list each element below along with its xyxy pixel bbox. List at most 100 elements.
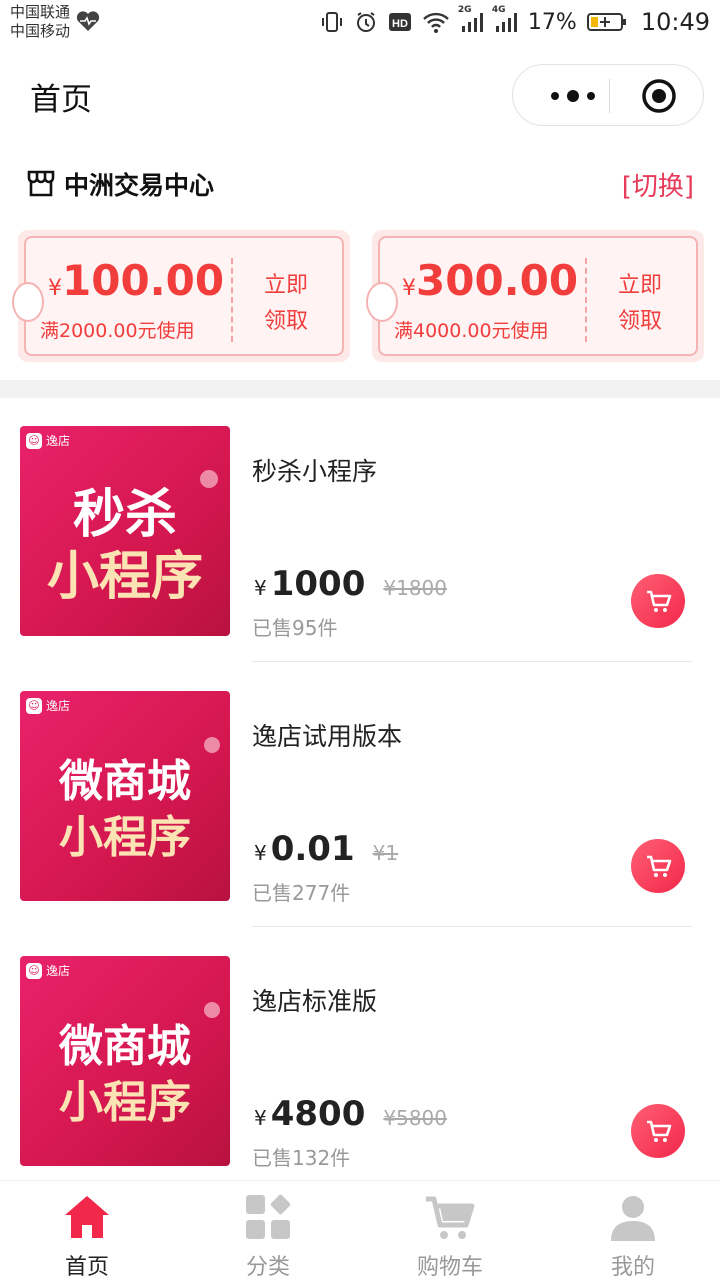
price-value: 1000: [270, 564, 366, 604]
product-price: ¥0.01 ¥1: [254, 829, 398, 869]
carrier-2: 中国移动: [10, 22, 71, 40]
switch-store-link[interactable]: [切换]: [622, 166, 694, 203]
store-icon: [27, 170, 55, 197]
thumb-title-line1: 微商城: [59, 756, 191, 807]
thumb-badge-text: 逸店: [46, 434, 71, 448]
price-currency: ¥: [254, 576, 267, 600]
product-thumbnail[interactable]: ☺ 逸店 秒杀 小程序: [20, 426, 230, 636]
store-name: 中洲交易中心: [64, 171, 215, 200]
sold-count: 已售95件: [252, 616, 338, 640]
tab-mine[interactable]: 我的: [573, 1191, 693, 1281]
product-thumbnail[interactable]: ☺ 逸店 微商城 小程序: [20, 956, 230, 1166]
capsule-divider: [609, 79, 610, 113]
tab-cart[interactable]: 购物车: [390, 1191, 510, 1281]
thumb-badge: ☺ 逸店: [26, 697, 70, 714]
hd-icon: HD: [388, 13, 411, 31]
vibrate-icon: [321, 12, 342, 32]
claim-label-line1: 立即: [263, 273, 308, 298]
thumb-badge-text: 逸店: [46, 699, 71, 713]
network-type-1: 2G: [457, 5, 472, 15]
add-to-cart-button[interactable]: [631, 839, 685, 893]
carrier-info: 中国联通 中国移动: [10, 3, 70, 41]
original-price: ¥1800: [383, 576, 447, 600]
coupon-value: 100.00: [62, 256, 225, 305]
signal-2: 4G: [492, 5, 518, 33]
claim-coupon-button[interactable]: 立即 领取: [612, 268, 668, 340]
product-name[interactable]: 逸店标准版: [252, 982, 377, 1018]
carrier-1: 中国联通: [10, 3, 71, 21]
tab-label: 分类: [245, 1255, 290, 1280]
thumb-title-line2: 小程序: [59, 1077, 191, 1128]
clock-time: 10:49: [640, 8, 710, 36]
coupon-divider: [231, 258, 233, 342]
tab-label: 首页: [64, 1255, 109, 1280]
more-options-icon[interactable]: [543, 83, 603, 109]
svg-text:HD: HD: [392, 18, 408, 30]
price-currency: ¥: [254, 841, 267, 865]
coupon-condition: 满2000.00元使用: [40, 320, 195, 342]
wifi-icon: [423, 12, 449, 33]
shop-logo-icon: ☺: [26, 432, 42, 449]
coupon-value: 300.00: [416, 256, 579, 305]
bottom-tab-bar: 首页 分类 购物车 我的: [0, 1180, 720, 1281]
claim-coupon-button[interactable]: 立即 领取: [258, 268, 314, 340]
system-icons: HD 2G 4G 17% 10:49: [320, 5, 710, 38]
coupon-amount: ¥100.00: [48, 256, 224, 305]
coupon-currency: ¥: [402, 276, 416, 301]
close-miniprogram-icon[interactable]: [641, 78, 677, 114]
thumb-badge-text: 逸店: [46, 964, 71, 978]
price-currency: ¥: [254, 1106, 267, 1130]
product-thumbnail[interactable]: ☺ 逸店 微商城 小程序: [20, 691, 230, 901]
product-item[interactable]: ☺ 逸店 秒杀 小程序 秒杀小程序 ¥1000 ¥1800 已售95件: [0, 396, 720, 662]
coupon-card: ¥100.00 满2000.00元使用 立即 领取: [12, 230, 350, 362]
battery-charging-icon: [586, 13, 626, 31]
add-to-cart-button[interactable]: [631, 1104, 685, 1158]
page-title: 首页: [30, 82, 92, 118]
sold-count: 已售132件: [252, 1146, 351, 1170]
coupon-inner: ¥100.00 满2000.00元使用 立即 领取: [12, 236, 344, 356]
thumb-title-line1: 微商城: [59, 1021, 191, 1072]
tab-label: 我的: [610, 1255, 655, 1280]
home-icon: [65, 1196, 109, 1238]
tab-home[interactable]: 首页: [27, 1191, 147, 1281]
coupon-card: ¥300.00 满4000.00元使用 立即 领取: [366, 230, 704, 362]
shop-logo-icon: ☺: [26, 962, 42, 979]
cart-icon: [647, 855, 672, 877]
claim-label-line1: 立即: [617, 273, 662, 298]
thumb-title-line2: 小程序: [59, 812, 191, 863]
network-type-2: 4G: [491, 5, 506, 15]
original-price: ¥1: [372, 841, 399, 865]
user-icon: [611, 1196, 655, 1241]
miniprogram-capsule: [512, 64, 704, 126]
tab-category[interactable]: 分类: [208, 1191, 328, 1281]
price-value: 4800: [270, 1094, 366, 1134]
product-price: ¥1000 ¥1800: [254, 564, 447, 604]
product-price: ¥4800 ¥5800: [254, 1094, 447, 1134]
original-price: ¥5800: [383, 1106, 447, 1130]
thumb-title-line2: 小程序: [46, 547, 203, 607]
battery-percent: 17%: [527, 9, 577, 35]
product-item[interactable]: ☺ 逸店 微商城 小程序 逸店试用版本 ¥0.01 ¥1 已售277件: [0, 661, 720, 927]
thumb-badge: ☺ 逸店: [26, 432, 70, 449]
store-bar: 中洲交易中心 [切换]: [0, 160, 720, 210]
product-name[interactable]: 秒杀小程序: [252, 452, 377, 488]
sold-count: 已售277件: [252, 881, 351, 905]
thumb-badge: ☺ 逸店: [26, 962, 70, 979]
coupon-divider: [585, 258, 587, 342]
price-value: 0.01: [270, 829, 355, 869]
product-item[interactable]: ☺ 逸店 微商城 小程序 逸店标准版 ¥4800 ¥5800 已售132件: [0, 926, 720, 1192]
coupon-condition: 满4000.00元使用: [394, 320, 549, 342]
health-heart-icon: [76, 11, 100, 32]
add-to-cart-button[interactable]: [631, 574, 685, 628]
nav-header: 首页: [0, 60, 720, 132]
category-icon: [246, 1194, 291, 1239]
coupon-amount: ¥300.00: [402, 256, 578, 305]
tab-label: 购物车: [416, 1255, 483, 1280]
status-bar: 中国联通 中国移动 HD 2G 4G 17% 10:49: [0, 0, 720, 48]
product-name[interactable]: 逸店试用版本: [252, 717, 402, 753]
cart-icon: [426, 1196, 475, 1239]
coupon-inner: ¥300.00 满4000.00元使用 立即 领取: [366, 236, 698, 356]
signal-1: 2G: [458, 5, 484, 33]
shop-logo-icon: ☺: [26, 697, 42, 714]
coupon-currency: ¥: [48, 276, 62, 301]
